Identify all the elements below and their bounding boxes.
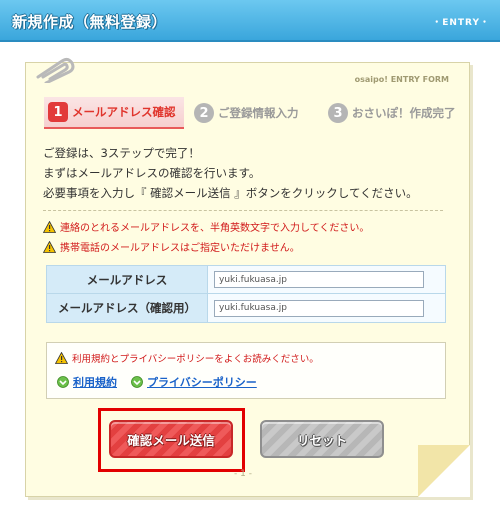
email-confirm-label: メールアドレス（確認用）: [47, 294, 208, 322]
intro-line: まずはメールアドレスの確認を行います。: [43, 166, 261, 180]
intro-line: ご登録は、3ステップで完了！: [43, 146, 200, 160]
folded-corner: [418, 445, 470, 497]
email-cell: [208, 266, 445, 293]
entry-tag: ・ENTRY・: [432, 18, 490, 28]
step-number: 2: [194, 103, 214, 123]
intro-line: 必要事項を入力し『 確認メール送信 』ボタンをクリックしてください。: [43, 186, 418, 200]
step-indicator: 1 メールアドレス確認 2 ご登録情報入力 3 おさいぽ！作成完了: [40, 97, 465, 131]
warning-text: 連絡のとれるメールアドレスを、半角英数文字で入力してください。: [60, 223, 370, 234]
step-number: 1: [48, 102, 68, 122]
email-field[interactable]: [214, 271, 424, 288]
privacy-policy-link[interactable]: プライバシーポリシー: [131, 374, 257, 390]
privacy-policy-link-label: プライバシーポリシー: [147, 376, 257, 389]
step-label: メールアドレス確認: [72, 105, 176, 119]
divider: [43, 210, 443, 211]
terms-link[interactable]: 利用規約: [57, 374, 117, 390]
policy-links: 利用規約 プライバシーポリシー: [57, 374, 271, 390]
step-2: 2 ご登録情報入力: [190, 97, 320, 129]
step-3: 3 おさいぽ！作成完了: [324, 97, 464, 129]
step-label: ご登録情報入力: [218, 106, 299, 120]
table-row: メールアドレス: [47, 266, 445, 294]
paperclip-icon: [36, 57, 75, 83]
warning-text: 携帯電話のメールアドレスはご指定いただけません。: [60, 243, 300, 254]
arrow-link-icon: [131, 376, 143, 388]
email-label: メールアドレス: [47, 266, 208, 293]
arrow-link-icon: [57, 376, 69, 388]
warning-icon: [55, 352, 68, 364]
table-row: メールアドレス（確認用）: [47, 294, 445, 322]
send-confirmation-email-button[interactable]: 確認メール送信: [109, 420, 233, 458]
policy-notice-text: 利用規約とプライバシーポリシーをよくお読みください。: [72, 354, 319, 365]
page-title: 新規作成（無料登録）: [12, 13, 168, 31]
policy-box: 利用規約とプライバシーポリシーをよくお読みください。 利用規約 プライバシーポリ…: [46, 342, 446, 399]
entry-form-panel: osaipo! ENTRY FORM 1 メールアドレス確認 2 ご登録情報入力…: [25, 57, 470, 497]
policy-notice: 利用規約とプライバシーポリシーをよくお読みください。: [55, 351, 319, 365]
email-form-table: メールアドレス メールアドレス（確認用）: [46, 265, 446, 323]
terms-link-label: 利用規約: [73, 376, 117, 389]
warning-icon: [43, 220, 56, 233]
email-confirm-field[interactable]: [214, 299, 424, 317]
step-label: おさいぽ！作成完了: [352, 106, 456, 120]
page-indicator: - 1 -: [234, 469, 252, 479]
email-confirm-cell: [208, 294, 445, 322]
warning-message: 携帯電話のメールアドレスはご指定いただけません。: [43, 239, 300, 254]
intro-text: ご登録は、3ステップで完了！ まずはメールアドレスの確認を行います。 必要事項を…: [43, 143, 418, 203]
warning-message: 連絡のとれるメールアドレスを、半角英数文字で入力してください。: [43, 219, 369, 234]
step-number: 3: [328, 103, 348, 123]
step-1-active: 1 メールアドレス確認: [44, 97, 184, 129]
page-header: 新規作成（無料登録） ・ENTRY・: [0, 0, 500, 42]
reset-button[interactable]: リセット: [260, 420, 384, 458]
form-label: osaipo! ENTRY FORM: [354, 75, 449, 84]
warning-icon: [43, 240, 56, 253]
